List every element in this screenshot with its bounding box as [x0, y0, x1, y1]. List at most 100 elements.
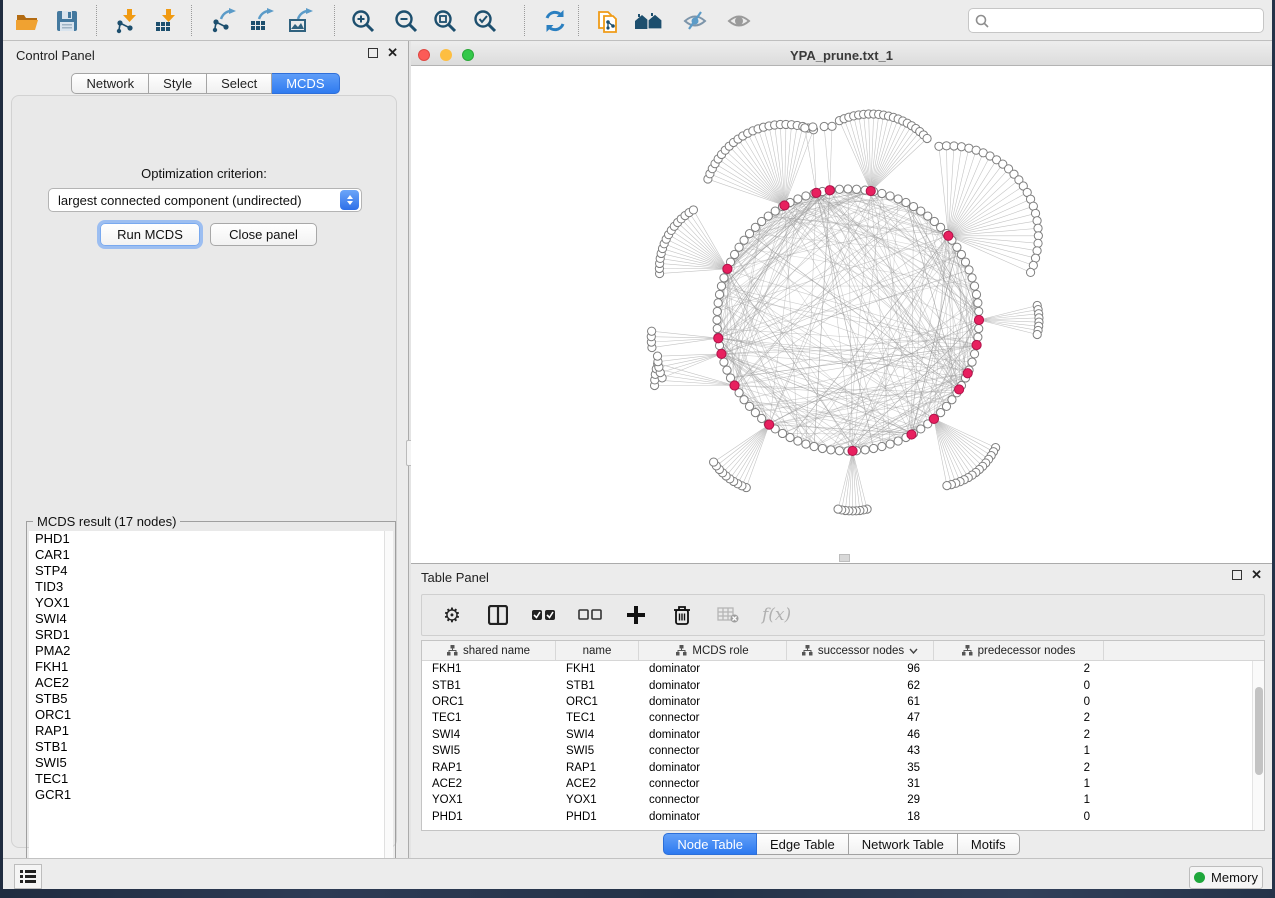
network-node[interactable] [935, 142, 943, 150]
details-eye-icon[interactable] [725, 7, 753, 35]
table-cell[interactable]: STB1 [556, 677, 639, 693]
network-node[interactable] [710, 458, 718, 466]
table-cell[interactable]: dominator [639, 677, 787, 693]
network-node[interactable] [968, 274, 976, 282]
network-node[interactable] [1033, 247, 1041, 255]
network-node[interactable] [715, 290, 723, 298]
table-scrollbar-thumb[interactable] [1255, 687, 1263, 775]
network-node[interactable] [809, 123, 817, 131]
network-node[interactable] [844, 185, 852, 193]
tab-network[interactable]: Network [71, 73, 149, 94]
network-node[interactable] [909, 202, 917, 210]
network-node[interactable] [771, 207, 779, 215]
table-cell[interactable]: 0 [934, 694, 1104, 710]
network-node[interactable] [861, 446, 869, 454]
network-node[interactable] [970, 282, 978, 290]
network-node[interactable] [968, 358, 976, 366]
network-node[interactable] [886, 440, 894, 448]
network-node[interactable] [1033, 217, 1041, 225]
network-node[interactable] [974, 299, 982, 307]
network-hub-node[interactable] [717, 349, 726, 358]
mcds-result-item[interactable]: SWI5 [29, 755, 386, 771]
table-cell[interactable]: connector [639, 776, 787, 792]
task-history-button[interactable] [14, 864, 42, 889]
export-image-icon[interactable] [286, 7, 314, 35]
network-node[interactable] [953, 243, 961, 251]
table-cell[interactable]: ORC1 [556, 694, 639, 710]
table-cell[interactable]: TEC1 [422, 710, 556, 726]
export-table-icon[interactable] [247, 7, 275, 35]
table-row[interactable]: SWI5SWI5connector431 [422, 743, 1264, 759]
tab-motifs[interactable]: Motifs [958, 833, 1020, 855]
add-column-icon[interactable] [624, 602, 648, 628]
mcds-result-item[interactable]: STP4 [29, 563, 386, 579]
function-builder-icon[interactable]: f(x) [762, 605, 791, 625]
table-cell[interactable]: PHD1 [556, 809, 639, 825]
tab-edge-table[interactable]: Edge Table [757, 833, 849, 855]
network-node[interactable] [689, 206, 697, 214]
network-node[interactable] [1034, 239, 1042, 247]
mcds-result-item[interactable]: CAR1 [29, 547, 386, 563]
table-options-gear-icon[interactable]: ⚙ [440, 602, 464, 628]
tab-network-table[interactable]: Network Table [849, 833, 958, 855]
memory-button[interactable]: Memory [1189, 866, 1263, 889]
network-node[interactable] [794, 195, 802, 203]
table-cell[interactable]: 2 [934, 710, 1104, 726]
network-hub-node[interactable] [765, 420, 774, 429]
network-node[interactable] [894, 437, 902, 445]
run-mcds-button[interactable]: Run MCDS [100, 223, 200, 246]
column-header-shared-name[interactable]: shared name [422, 641, 556, 660]
network-node[interactable] [810, 442, 818, 450]
table-cell[interactable]: ACE2 [556, 776, 639, 792]
deselect-all-checkboxes-icon[interactable] [578, 602, 602, 628]
table-row[interactable]: TEC1TEC1connector472 [422, 710, 1264, 726]
network-canvas[interactable] [411, 66, 1272, 563]
table-cell[interactable]: 2 [934, 661, 1104, 677]
table-cell[interactable]: YOX1 [422, 792, 556, 808]
mcds-result-item[interactable]: PHD1 [29, 531, 386, 547]
network-node[interactable] [653, 352, 661, 360]
table-cell[interactable]: 31 [787, 776, 934, 792]
table-cell[interactable]: dominator [639, 661, 787, 677]
network-node[interactable] [894, 195, 902, 203]
network-node[interactable] [778, 429, 786, 437]
table-cell[interactable]: SWI5 [422, 743, 556, 759]
network-node[interactable] [970, 350, 978, 358]
table-cell[interactable]: 0 [934, 809, 1104, 825]
network-hub-node[interactable] [714, 334, 723, 343]
column-header-predecessor-nodes[interactable]: predecessor nodes [934, 641, 1104, 660]
network-node[interactable] [834, 505, 842, 513]
tab-select[interactable]: Select [207, 73, 272, 94]
column-header-name[interactable]: name [556, 641, 639, 660]
table-cell[interactable]: 35 [787, 759, 934, 775]
float-panel-icon[interactable] [368, 48, 378, 58]
table-row[interactable]: PHD1PHD1dominator180 [422, 809, 1264, 825]
network-node[interactable] [902, 198, 910, 206]
network-node[interactable] [827, 446, 835, 454]
network-hub-node[interactable] [963, 369, 972, 378]
optimization-criterion-select[interactable]: largest connected component (undirected) [48, 188, 362, 212]
table-cell[interactable]: STB1 [422, 677, 556, 693]
network-node[interactable] [852, 185, 860, 193]
network-node[interactable] [713, 316, 721, 324]
table-cell[interactable]: YOX1 [556, 792, 639, 808]
mcds-result-item[interactable]: FKH1 [29, 659, 386, 675]
network-node[interactable] [1026, 268, 1034, 276]
network-node[interactable] [720, 274, 728, 282]
mcds-result-item[interactable]: PMA2 [29, 643, 386, 659]
network-node[interactable] [713, 324, 721, 332]
table-row[interactable]: ORC1ORC1dominator610 [422, 694, 1264, 710]
network-node[interactable] [764, 212, 772, 220]
network-node[interactable] [1034, 232, 1042, 240]
zoom-in-icon[interactable] [349, 7, 377, 35]
table-cell[interactable]: connector [639, 710, 787, 726]
network-node[interactable] [965, 266, 973, 274]
table-cell[interactable]: RAP1 [556, 759, 639, 775]
table-cell[interactable]: 2 [934, 759, 1104, 775]
network-node[interactable] [942, 142, 950, 150]
network-node[interactable] [923, 134, 931, 142]
table-cell[interactable]: ACE2 [422, 776, 556, 792]
network-node[interactable] [713, 307, 721, 315]
network-hub-node[interactable] [723, 264, 732, 273]
select-all-checkboxes-icon[interactable] [532, 602, 556, 628]
